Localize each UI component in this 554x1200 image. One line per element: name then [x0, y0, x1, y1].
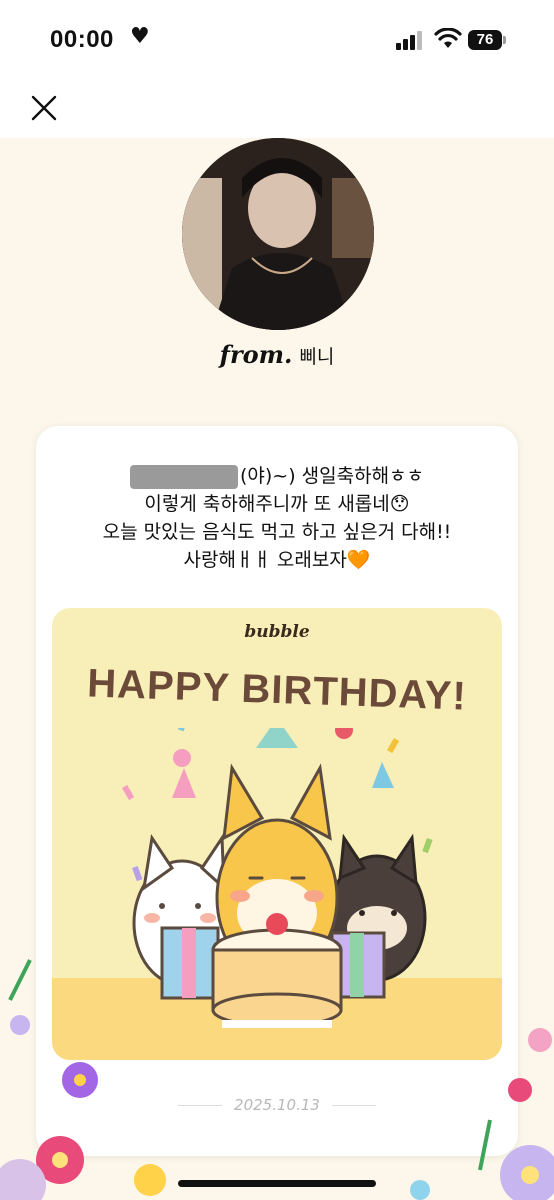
message-line-1: (야)~) 생일축하해ㅎㅎ — [36, 462, 518, 490]
from-label: from. — [219, 340, 293, 369]
message-card: (야)~) 생일축하해ㅎㅎ 이렇게 축하해주니까 또 새롭네😯 오늘 맛있는 음… — [36, 426, 518, 1156]
message-text: (야)~) 생일축하해ㅎㅎ 이렇게 축하해주니까 또 새롭네😯 오늘 맛있는 음… — [36, 462, 518, 574]
avatar-photo — [182, 138, 374, 330]
heart-icon: ♥ — [130, 24, 150, 49]
message-line-4: 사랑해ㅐㅐ 오래보자🧡 — [183, 549, 371, 571]
birthday-illustration — [52, 728, 502, 1060]
signal-icon — [396, 31, 422, 50]
battery-indicator: 76 — [468, 30, 502, 50]
birthday-title: HAPPY BIRTHDAY! — [86, 661, 468, 719]
redacted-name — [129, 464, 238, 489]
message-line-3: 오늘 맛있는 음식도 먹고 하고 싶은거 다해!! — [102, 521, 452, 543]
status-time: 00:00 — [50, 26, 114, 53]
birthday-card-image: bubble HAPPY BIRTHDAY! — [52, 608, 502, 1060]
message-date: 2025.10.13 — [36, 1096, 518, 1114]
sender-name: 삐니 — [299, 346, 335, 368]
battery-tip — [503, 36, 506, 44]
status-bar: 00:00 ♥ 76 — [0, 0, 554, 84]
close-icon[interactable] — [30, 94, 58, 122]
bubble-logo: bubble — [244, 622, 310, 642]
from-line: from. 삐니 — [0, 340, 554, 369]
top-bar — [0, 84, 554, 138]
avatar — [182, 138, 374, 330]
wifi-icon — [434, 28, 462, 48]
message-line-2: 이렇게 축하해주니까 또 새롭네😯 — [144, 493, 410, 515]
home-indicator[interactable] — [178, 1180, 376, 1187]
